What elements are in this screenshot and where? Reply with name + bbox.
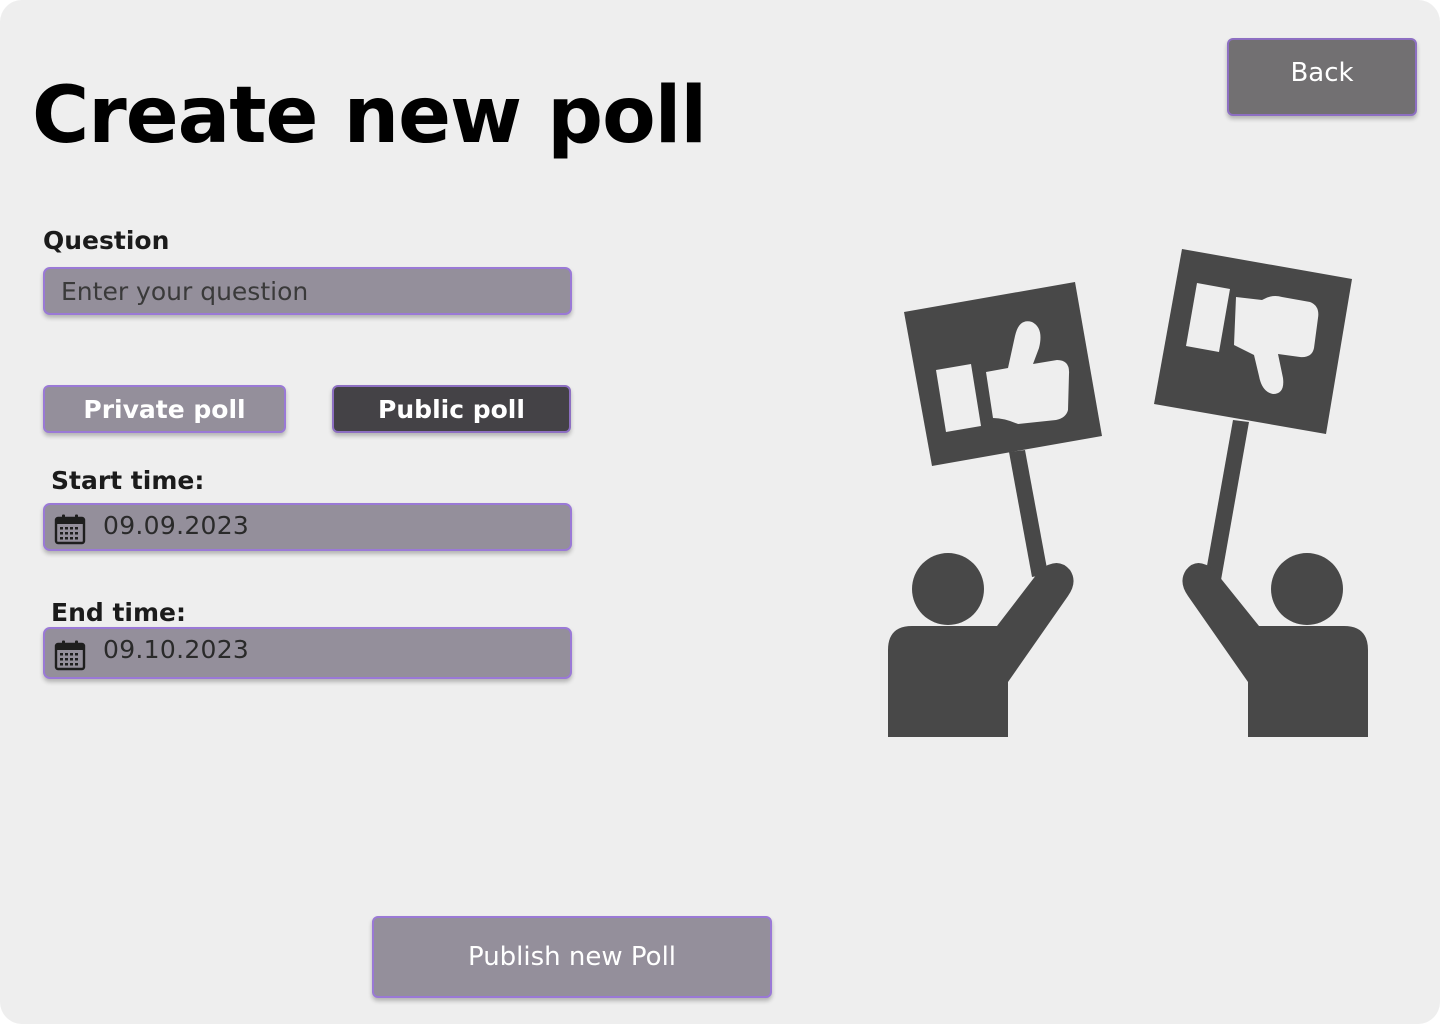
voting-illustration [888, 249, 1368, 737]
private-poll-button[interactable]: Private poll [43, 385, 286, 433]
start-time-value: 09.09.2023 [103, 511, 250, 540]
end-time-label: End time: [51, 598, 186, 627]
publish-poll-button[interactable]: Publish new Poll [372, 916, 772, 998]
question-label: Question [43, 226, 170, 255]
start-time-label: Start time: [51, 466, 205, 495]
question-field-box [43, 267, 572, 315]
calendar-icon[interactable] [54, 513, 86, 545]
back-button[interactable]: Back [1227, 38, 1417, 116]
end-time-input[interactable]: 09.10.2023 [43, 627, 572, 679]
question-input[interactable] [61, 269, 560, 313]
public-poll-button[interactable]: Public poll [332, 385, 571, 433]
create-poll-page: Create new poll Back Question Private po… [0, 0, 1440, 1024]
page-title: Create new poll [32, 71, 707, 161]
start-time-input[interactable]: 09.09.2023 [43, 503, 572, 551]
protester-thumbs-up-icon [888, 282, 1102, 737]
calendar-icon[interactable] [54, 639, 86, 671]
end-time-value: 09.10.2023 [103, 635, 250, 664]
